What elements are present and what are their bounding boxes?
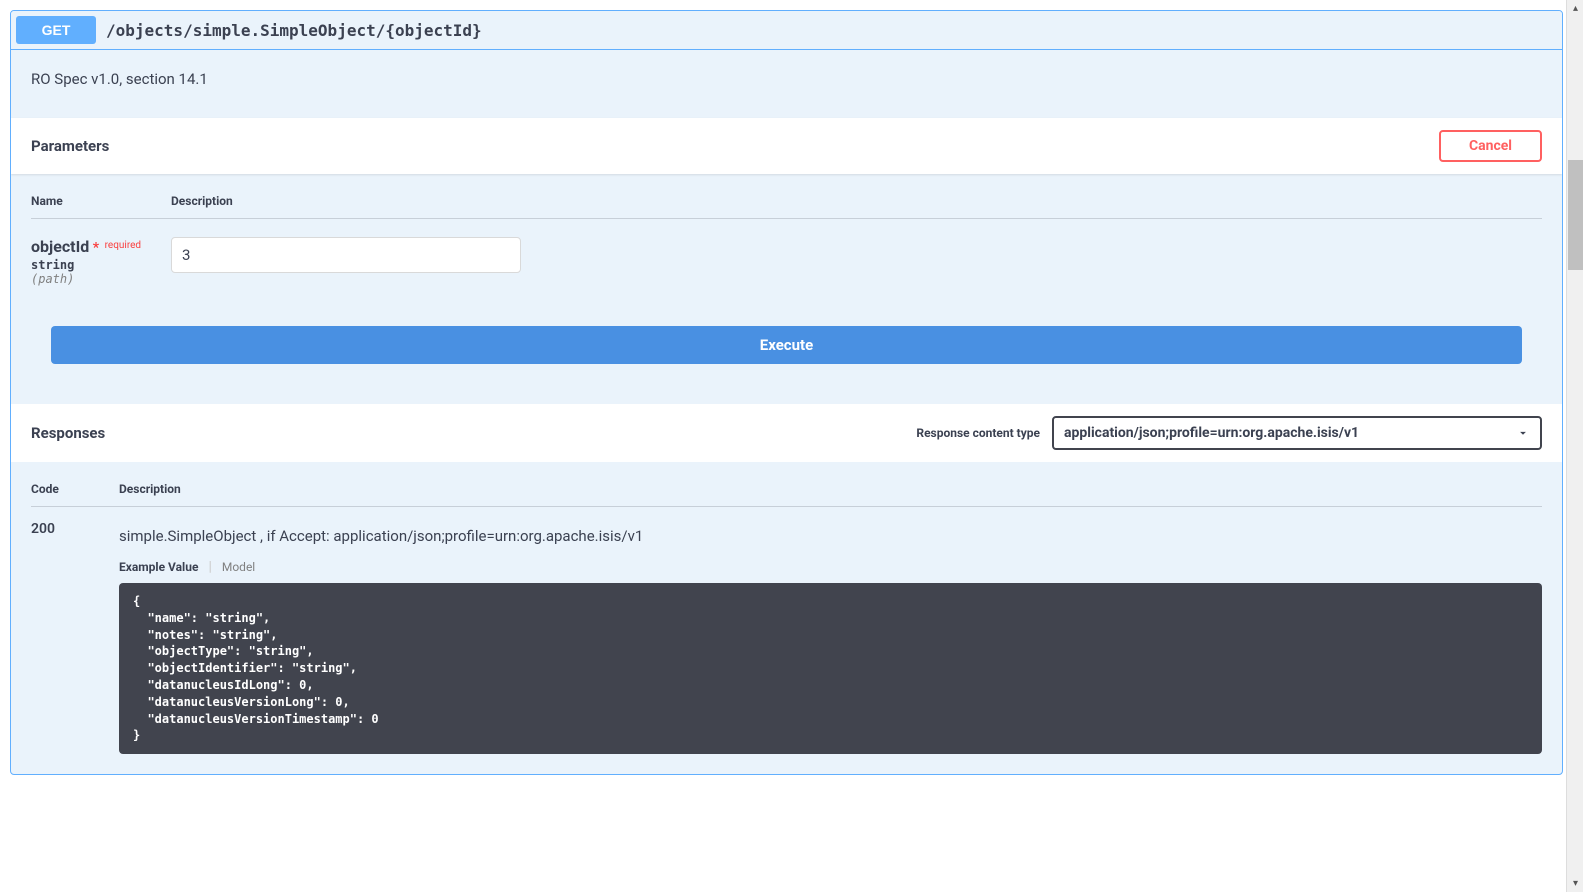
scrollbar[interactable]: ▴ ▾ <box>1566 0 1583 892</box>
response-code-header: Code <box>31 482 119 496</box>
responses-title: Responses <box>31 424 105 442</box>
scroll-thumb[interactable] <box>1568 160 1583 270</box>
objectid-input[interactable] <box>171 237 521 273</box>
param-desc-header: Description <box>171 194 233 208</box>
parameters-section-header: Parameters Cancel <box>11 118 1562 174</box>
responses-inner: Code Description 200 simple.SimpleObject… <box>11 462 1562 774</box>
response-description: simple.SimpleObject , if Accept: applica… <box>119 527 1542 545</box>
parameters-title: Parameters <box>31 137 109 155</box>
parameter-location: (path) <box>31 272 171 286</box>
operation-description: RO Spec v1.0, section 14.1 <box>11 50 1562 118</box>
responses-section-header: Responses Response content type applicat… <box>11 404 1562 462</box>
content-type-label: Response content type <box>916 426 1040 440</box>
execute-button[interactable]: Execute <box>51 326 1522 364</box>
cancel-button[interactable]: Cancel <box>1439 130 1542 162</box>
tab-example-value[interactable]: Example Value <box>119 560 198 574</box>
operation-block: GET /objects/simple.SimpleObject/{object… <box>10 10 1563 775</box>
parameter-table-header: Name Description <box>31 194 1542 219</box>
http-method-badge: GET <box>16 16 96 44</box>
endpoint-path: /objects/simple.SimpleObject/{objectId} <box>96 21 492 40</box>
response-tabs: Example Value | Model <box>119 559 1542 575</box>
param-name-header: Name <box>31 194 171 208</box>
parameter-input-wrapper <box>171 237 521 286</box>
content-type-wrapper: Response content type application/json;p… <box>916 416 1542 450</box>
tab-model[interactable]: Model <box>222 560 255 574</box>
response-code: 200 <box>31 521 119 754</box>
parameters-container: Name Description objectId * required str… <box>11 174 1562 404</box>
content-type-select[interactable]: application/json;profile=urn:org.apache.… <box>1052 416 1542 450</box>
scroll-down-button[interactable]: ▾ <box>1567 875 1583 892</box>
operation-summary[interactable]: GET /objects/simple.SimpleObject/{object… <box>11 11 1562 50</box>
example-code-block[interactable]: { "name": "string", "notes": "string", "… <box>119 583 1542 754</box>
response-table-header: Code Description <box>31 482 1542 507</box>
parameter-type: string <box>31 258 171 272</box>
response-row: 200 simple.SimpleObject , if Accept: app… <box>31 507 1542 754</box>
parameter-info: objectId * required string (path) <box>31 237 171 286</box>
tab-separator: | <box>208 559 211 575</box>
scroll-up-button[interactable]: ▴ <box>1567 0 1583 17</box>
parameter-name: objectId <box>31 237 89 256</box>
response-body: simple.SimpleObject , if Accept: applica… <box>119 521 1542 754</box>
required-label: required <box>103 240 141 251</box>
execute-wrapper: Execute <box>31 286 1542 384</box>
required-star: * <box>93 240 99 256</box>
parameter-row: objectId * required string (path) <box>31 237 1542 286</box>
response-desc-header: Description <box>119 482 181 496</box>
